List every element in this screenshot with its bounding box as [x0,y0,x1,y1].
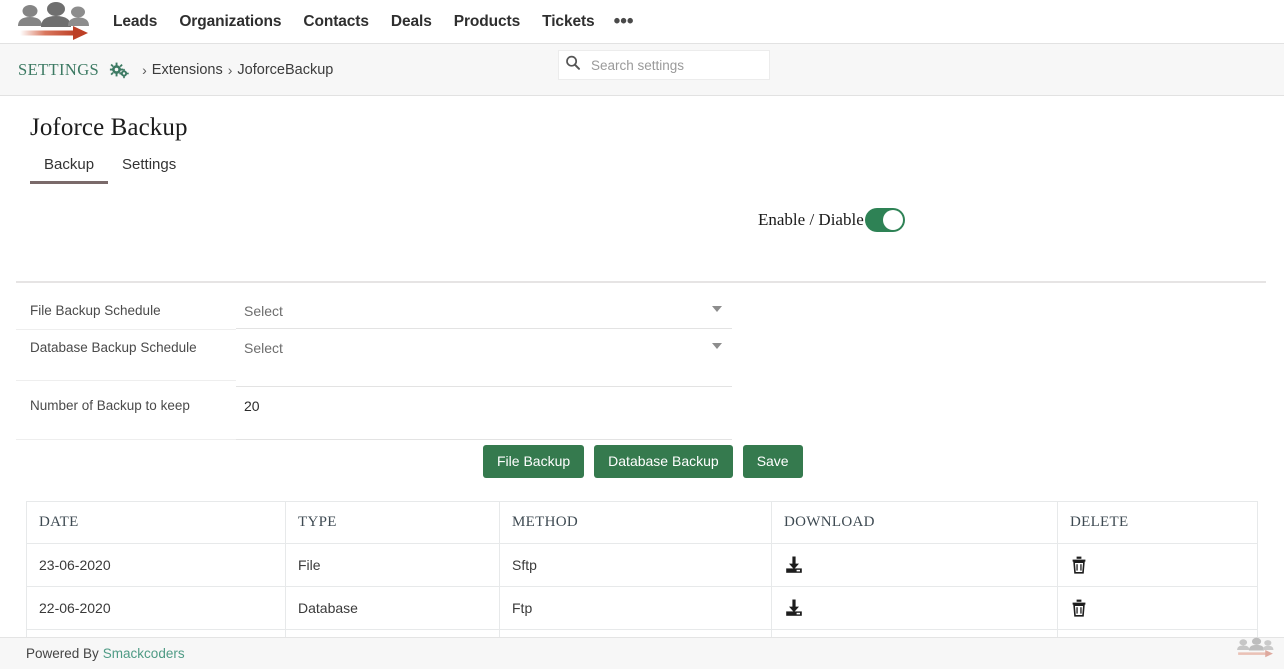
nav-item-leads[interactable]: Leads [113,13,157,31]
download-icon[interactable] [772,630,1058,638]
breadcrumb-separator-2: › [228,62,233,78]
cell-method: Dropbox [500,630,772,638]
table-header-row: DATE TYPE METHOD DOWNLOAD DELETE [27,502,1258,544]
column-header-type: TYPE [286,502,500,544]
trash-icon[interactable] [1058,544,1258,587]
footer-powered-by-text: Powered By [26,646,99,661]
column-header-delete: DELETE [1058,502,1258,544]
nav-item-products[interactable]: Products [454,13,520,31]
enable-disable-toggle[interactable] [865,208,905,232]
cell-type: Database [286,587,500,630]
nav-item-deals[interactable]: Deals [391,13,432,31]
table-row: 17-06-2020DatabaseDropbox [27,630,1258,638]
tab-bar: Backup Settings [0,156,1284,196]
people-arrow-logo [1232,634,1276,667]
table-row: 23-06-2020FileSftp [27,544,1258,587]
chevron-down-icon [712,306,722,312]
form-row-file-backup-schedule: File Backup Schedule Select [0,293,1284,330]
column-header-date: DATE [27,502,286,544]
backup-form: File Backup Schedule Select Database Bac… [0,293,1284,440]
database-backup-schedule-label: Database Backup Schedule [16,330,236,382]
page-content: Joforce Backup Enable / Diable Backup Se… [0,96,1284,637]
enable-disable-control: Enable / Diable [758,208,905,232]
number-of-backup-label: Number of Backup to keep [16,387,236,441]
cell-type: File [286,544,500,587]
tab-settings[interactable]: Settings [108,156,190,184]
file-backup-schedule-label: File Backup Schedule [16,293,236,330]
form-row-number-of-backup: Number of Backup to keep 20 [0,387,1284,441]
download-icon[interactable] [772,587,1058,630]
database-backup-button[interactable]: Database Backup [594,445,733,478]
chevron-down-icon [712,343,722,349]
save-button[interactable]: Save [743,445,803,478]
column-header-download: DOWNLOAD [772,502,1058,544]
tab-backup[interactable]: Backup [30,156,108,184]
file-backup-button[interactable]: File Backup [483,445,584,478]
people-arrow-logo[interactable] [8,2,94,42]
breadcrumb-extensions[interactable]: Extensions [152,62,223,78]
search-settings-box[interactable] [558,50,770,80]
cell-date: 23-06-2020 [27,544,286,587]
search-icon [563,53,583,78]
search-input[interactable] [589,57,759,74]
number-of-backup-value: 20 [244,398,260,414]
action-button-row: File Backup Database Backup Save [483,445,803,478]
nav-item-contacts[interactable]: Contacts [303,13,369,31]
breadcrumb-joforcebackup[interactable]: JoforceBackup [237,62,333,78]
page-title: Joforce Backup [30,114,1284,142]
tab-divider [16,281,1266,283]
cell-date: 17-06-2020 [27,630,286,638]
footer-bar: Powered By Smackcoders [0,637,1284,669]
breadcrumb-separator-1: › [142,62,147,78]
trash-icon[interactable] [1058,587,1258,630]
table-body: 23-06-2020FileSftp22-06-2020DatabaseFtp1… [27,544,1258,638]
file-backup-schedule-value: Select [244,303,283,319]
download-icon[interactable] [772,544,1058,587]
cell-method: Sftp [500,544,772,587]
enable-disable-label: Enable / Diable [758,210,864,230]
cell-method: Ftp [500,587,772,630]
nav-item-tickets[interactable]: Tickets [542,13,594,31]
gear-icon[interactable] [109,61,129,79]
file-backup-schedule-select[interactable]: Select [236,293,732,329]
database-backup-schedule-value: Select [244,340,283,356]
column-header-method: METHOD [500,502,772,544]
backup-history-table: DATE TYPE METHOD DOWNLOAD DELETE 23-06-2… [26,501,1258,637]
footer-smackcoders-link[interactable]: Smackcoders [103,646,185,661]
settings-label[interactable]: SETTINGS [18,60,99,80]
cell-type: Database [286,630,500,638]
trash-icon[interactable] [1058,630,1258,638]
table-row: 22-06-2020DatabaseFtp [27,587,1258,630]
number-of-backup-input[interactable]: 20 [236,387,732,440]
cell-date: 22-06-2020 [27,587,286,630]
nav-item-organizations[interactable]: Organizations [179,13,281,31]
backup-history-table-wrapper: DATE TYPE METHOD DOWNLOAD DELETE 23-06-2… [26,501,1257,637]
top-navigation-bar: Leads Organizations Contacts Deals Produ… [0,0,1284,44]
settings-breadcrumb-bar: SETTINGS › Extensions [0,44,1284,96]
nav-more-icon[interactable]: ••• [614,17,634,27]
form-row-database-backup-schedule: Database Backup Schedule Select [0,330,1284,387]
database-backup-schedule-select[interactable]: Select [236,330,732,387]
